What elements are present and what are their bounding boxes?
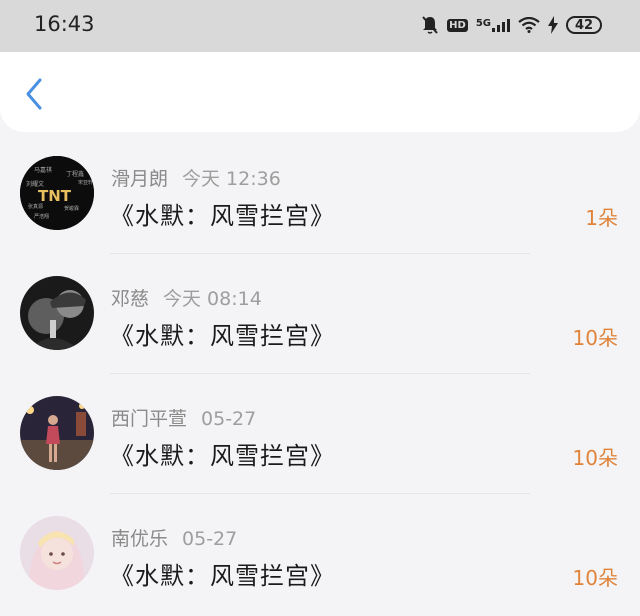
- flower-count: 10朵: [572, 566, 618, 590]
- flower-count: 1朵: [585, 206, 618, 230]
- user-name: 邓慈: [111, 288, 150, 310]
- item-meta: 南优乐 05-27: [111, 524, 237, 551]
- mute-icon: [422, 16, 438, 34]
- svg-text:马嘉祺: 马嘉祺: [34, 166, 52, 174]
- item-meta: 滑月朗 今天 12:36: [111, 164, 281, 191]
- chevron-left-icon: [26, 78, 42, 110]
- signal-5g-icon: 5G: [476, 18, 510, 32]
- avatar[interactable]: [20, 516, 94, 590]
- wifi-icon: [518, 17, 540, 33]
- nav-bar: [0, 52, 640, 132]
- avatar-text: TNT: [38, 187, 72, 205]
- gift-list: 马嘉祺 丁程鑫 刘耀文 宋亚轩 TNT 张真源 贺峻霖 严浩翔 滑月朗 今天 12…: [0, 134, 640, 614]
- status-time: 16:43: [34, 12, 95, 36]
- svg-text:张真源: 张真源: [28, 203, 43, 210]
- status-bar: 16:43 HD 5G 42: [0, 0, 640, 52]
- svg-text:宋亚轩: 宋亚轩: [78, 179, 93, 186]
- list-item[interactable]: 邓慈 今天 08:14 《水默：风雪拦宫》 10朵: [0, 254, 640, 374]
- timestamp: 今天 12:36: [182, 168, 281, 190]
- item-title: 《水默：风雪拦宫》: [110, 202, 335, 230]
- list-item[interactable]: 南优乐 05-27 《水默：风雪拦宫》 10朵: [0, 494, 640, 614]
- avatar[interactable]: [20, 396, 94, 470]
- svg-text:严浩翔: 严浩翔: [34, 213, 49, 220]
- list-item[interactable]: 西门平萱 05-27 《水默：风雪拦宫》 10朵: [0, 374, 640, 494]
- charging-icon: [548, 16, 558, 34]
- flower-count: 10朵: [572, 446, 618, 470]
- timestamp: 05-27: [182, 528, 238, 550]
- user-name: 南优乐: [111, 528, 169, 550]
- avatar[interactable]: [20, 276, 94, 350]
- flower-count: 10朵: [572, 326, 618, 350]
- timestamp: 今天 08:14: [163, 288, 262, 310]
- item-meta: 西门平萱 05-27: [111, 404, 256, 431]
- user-name: 西门平萱: [111, 408, 188, 430]
- battery-icon: 42: [566, 16, 602, 34]
- timestamp: 05-27: [201, 408, 257, 430]
- user-name: 滑月朗: [111, 168, 169, 190]
- hd-icon: HD: [447, 18, 468, 32]
- svg-text:贺峻霖: 贺峻霖: [64, 205, 79, 212]
- svg-text:丁程鑫: 丁程鑫: [66, 170, 84, 178]
- list-item[interactable]: 马嘉祺 丁程鑫 刘耀文 宋亚轩 TNT 张真源 贺峻霖 严浩翔 滑月朗 今天 12…: [0, 134, 640, 254]
- item-title: 《水默：风雪拦宫》: [110, 322, 335, 350]
- back-button[interactable]: [16, 76, 52, 112]
- network-label: 5G: [475, 18, 491, 29]
- status-icons: HD 5G 42: [421, 13, 602, 37]
- item-meta: 邓慈 今天 08:14: [111, 284, 262, 311]
- avatar[interactable]: 马嘉祺 丁程鑫 刘耀文 宋亚轩 TNT 张真源 贺峻霖 严浩翔: [20, 156, 94, 230]
- item-title: 《水默：风雪拦宫》: [110, 442, 335, 470]
- item-title: 《水默：风雪拦宫》: [110, 562, 335, 590]
